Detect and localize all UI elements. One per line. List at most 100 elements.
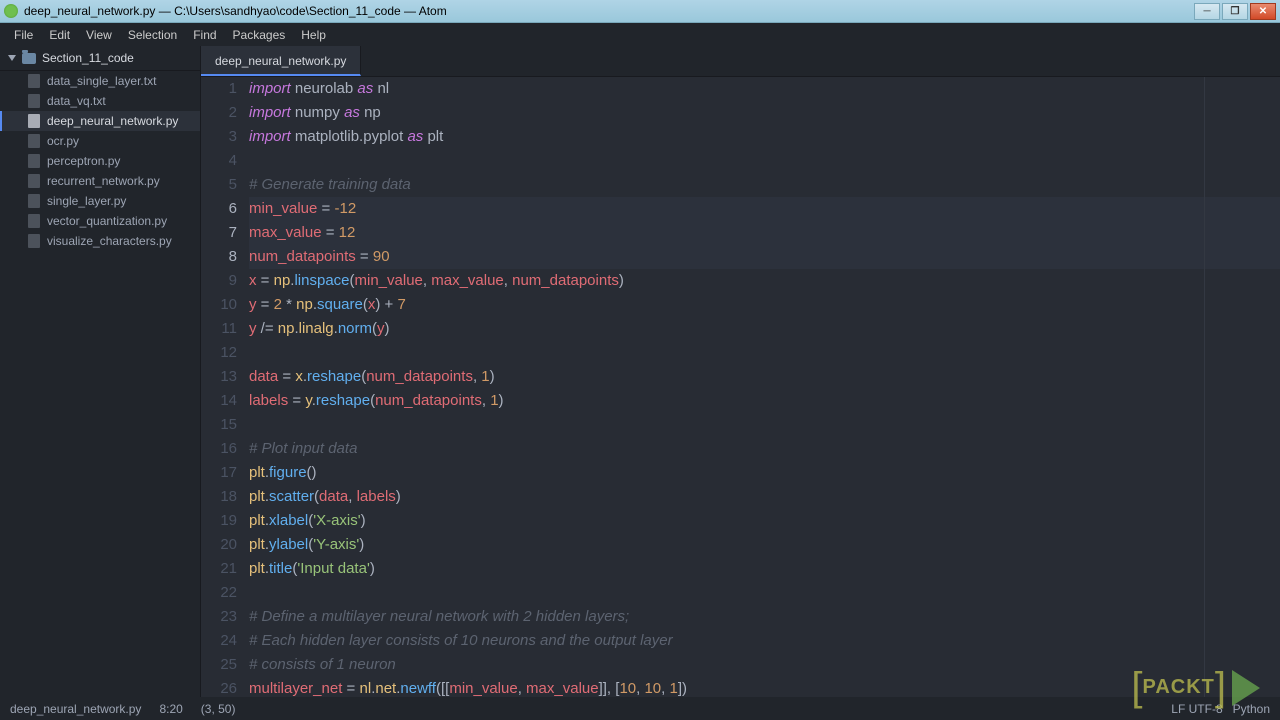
- line-number[interactable]: 2: [201, 101, 237, 125]
- menu-item-selection[interactable]: Selection: [120, 25, 185, 45]
- line-number[interactable]: 4: [201, 149, 237, 173]
- atom-app-icon: [4, 4, 18, 18]
- file-label: recurrent_network.py: [47, 174, 160, 188]
- line-number[interactable]: 26: [201, 677, 237, 697]
- packt-watermark: [PACKT]: [1131, 665, 1260, 710]
- code-area[interactable]: import neurolab as nlimport numpy as npi…: [249, 77, 1280, 697]
- line-number[interactable]: 18: [201, 485, 237, 509]
- line-number[interactable]: 3: [201, 125, 237, 149]
- menu-item-packages[interactable]: Packages: [225, 25, 294, 45]
- file-item[interactable]: vector_quantization.py: [0, 211, 200, 231]
- code-line[interactable]: y = 2 * np.square(x) + 7: [249, 293, 1280, 317]
- project-name: Section_11_code: [42, 51, 134, 65]
- file-tree: data_single_layer.txt data_vq.txt deep_neu…: [0, 71, 200, 251]
- line-number[interactable]: 16: [201, 437, 237, 461]
- file-item[interactable]: single_layer.py: [0, 191, 200, 211]
- line-number[interactable]: 17: [201, 461, 237, 485]
- file-item[interactable]: perceptron.py: [0, 151, 200, 171]
- code-line[interactable]: min_value = -12: [249, 197, 1280, 221]
- file-item[interactable]: recurrent_network.py: [0, 171, 200, 191]
- file-item[interactable]: data_single_layer.txt: [0, 71, 200, 91]
- file-label: perceptron.py: [47, 154, 120, 168]
- line-number[interactable]: 12: [201, 341, 237, 365]
- code-line[interactable]: import neurolab as nl: [249, 77, 1280, 101]
- file-label: single_layer.py: [47, 194, 126, 208]
- code-line[interactable]: plt.xlabel('X-axis'): [249, 509, 1280, 533]
- line-number[interactable]: 10: [201, 293, 237, 317]
- tab-active[interactable]: deep_neural_network.py: [201, 46, 361, 76]
- line-number[interactable]: 20: [201, 533, 237, 557]
- menu-item-help[interactable]: Help: [293, 25, 334, 45]
- gutter: 1234567891011121314151617181920212223242…: [201, 77, 249, 697]
- code-line[interactable]: labels = y.reshape(num_datapoints, 1): [249, 389, 1280, 413]
- code-line[interactable]: # consists of 1 neuron: [249, 653, 1280, 677]
- project-root[interactable]: Section_11_code: [0, 46, 200, 71]
- code-line[interactable]: [249, 413, 1280, 437]
- code-line[interactable]: x = np.linspace(min_value, max_value, nu…: [249, 269, 1280, 293]
- menubar: FileEditViewSelectionFindPackagesHelp: [0, 23, 1280, 46]
- line-number[interactable]: 24: [201, 629, 237, 653]
- file-item[interactable]: deep_neural_network.py: [0, 111, 200, 131]
- file-icon: [28, 74, 40, 88]
- line-number[interactable]: 1: [201, 77, 237, 101]
- status-cursor[interactable]: 8:20: [159, 702, 182, 716]
- code-line[interactable]: y /= np.linalg.norm(y): [249, 317, 1280, 341]
- code-line[interactable]: import matplotlib.pyplot as plt: [249, 125, 1280, 149]
- file-icon: [28, 94, 40, 108]
- code-line[interactable]: # Plot input data: [249, 437, 1280, 461]
- line-number[interactable]: 19: [201, 509, 237, 533]
- line-number[interactable]: 25: [201, 653, 237, 677]
- line-number[interactable]: 21: [201, 557, 237, 581]
- code-line[interactable]: # Generate training data: [249, 173, 1280, 197]
- menu-item-edit[interactable]: Edit: [41, 25, 78, 45]
- file-icon: [28, 194, 40, 208]
- line-number[interactable]: 5: [201, 173, 237, 197]
- file-icon: [28, 214, 40, 228]
- file-label: visualize_characters.py: [47, 234, 172, 248]
- line-number[interactable]: 6: [201, 197, 237, 221]
- code-line[interactable]: plt.ylabel('Y-axis'): [249, 533, 1280, 557]
- code-line[interactable]: # Each hidden layer consists of 10 neuro…: [249, 629, 1280, 653]
- file-label: data_vq.txt: [47, 94, 106, 108]
- line-number[interactable]: 22: [201, 581, 237, 605]
- menu-item-file[interactable]: File: [6, 25, 41, 45]
- file-item[interactable]: ocr.py: [0, 131, 200, 151]
- file-label: vector_quantization.py: [47, 214, 167, 228]
- file-item[interactable]: visualize_characters.py: [0, 231, 200, 251]
- menu-item-view[interactable]: View: [78, 25, 120, 45]
- code-line[interactable]: multilayer_net = nl.net.newff([[min_valu…: [249, 677, 1280, 697]
- line-number[interactable]: 15: [201, 413, 237, 437]
- code-line[interactable]: [249, 581, 1280, 605]
- file-icon: [28, 154, 40, 168]
- editor[interactable]: 1234567891011121314151617181920212223242…: [201, 77, 1280, 697]
- minimize-button[interactable]: ─: [1194, 3, 1220, 20]
- code-line[interactable]: plt.scatter(data, labels): [249, 485, 1280, 509]
- code-line[interactable]: plt.title('Input data'): [249, 557, 1280, 581]
- line-number[interactable]: 8: [201, 245, 237, 269]
- code-line[interactable]: [249, 341, 1280, 365]
- maximize-button[interactable]: ❐: [1222, 3, 1248, 20]
- code-line[interactable]: [249, 149, 1280, 173]
- line-number[interactable]: 23: [201, 605, 237, 629]
- file-icon: [28, 234, 40, 248]
- close-button[interactable]: ✕: [1250, 3, 1276, 20]
- code-line[interactable]: plt.figure(): [249, 461, 1280, 485]
- status-filename[interactable]: deep_neural_network.py: [10, 702, 141, 716]
- line-number[interactable]: 11: [201, 317, 237, 341]
- code-line[interactable]: num_datapoints = 90: [249, 245, 1280, 269]
- window-title: deep_neural_network.py — C:\Users\sandhy…: [24, 4, 1194, 18]
- code-line[interactable]: # Define a multilayer neural network wit…: [249, 605, 1280, 629]
- file-label: ocr.py: [47, 134, 79, 148]
- menu-item-find[interactable]: Find: [185, 25, 224, 45]
- titlebar: deep_neural_network.py — C:\Users\sandhy…: [0, 0, 1280, 23]
- line-number[interactable]: 7: [201, 221, 237, 245]
- code-line[interactable]: import numpy as np: [249, 101, 1280, 125]
- line-number[interactable]: 9: [201, 269, 237, 293]
- file-icon: [28, 114, 40, 128]
- code-line[interactable]: data = x.reshape(num_datapoints, 1): [249, 365, 1280, 389]
- file-item[interactable]: data_vq.txt: [0, 91, 200, 111]
- line-number[interactable]: 13: [201, 365, 237, 389]
- line-number[interactable]: 14: [201, 389, 237, 413]
- code-line[interactable]: max_value = 12: [249, 221, 1280, 245]
- statusbar: deep_neural_network.py 8:20 (3, 50) LF U…: [0, 697, 1280, 720]
